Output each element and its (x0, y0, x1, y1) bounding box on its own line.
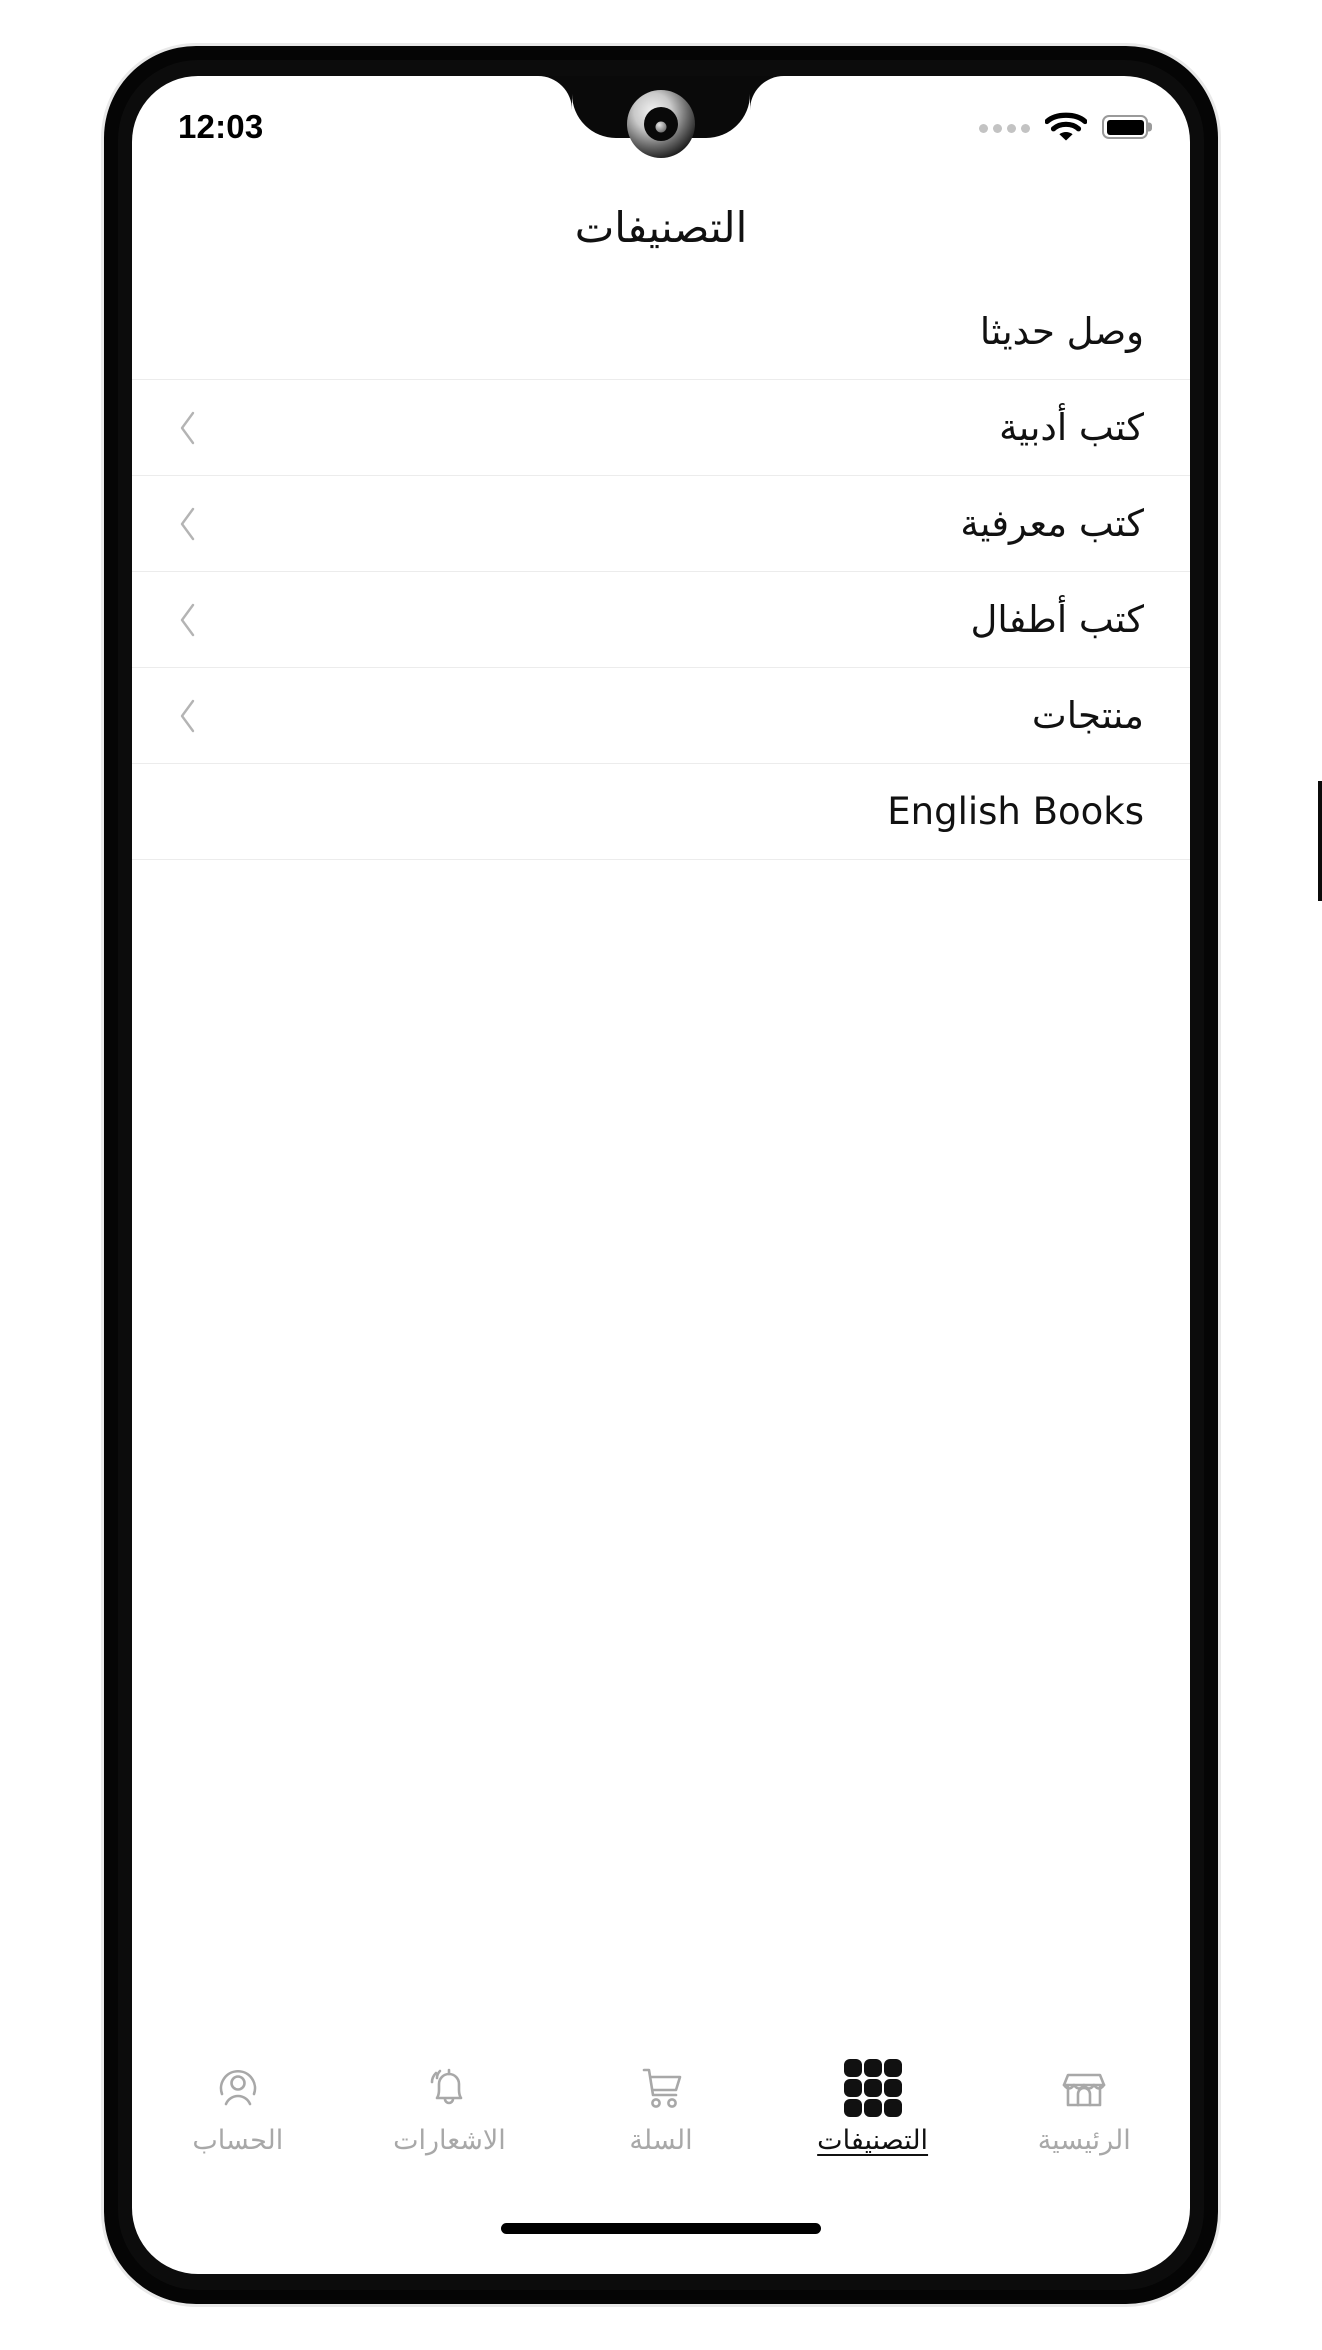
signal-dots-icon (979, 123, 1030, 133)
category-row[interactable]: كتب معرفية (132, 476, 1190, 572)
nav-item-cart[interactable]: السلة (555, 2062, 767, 2154)
wifi-icon (1045, 111, 1087, 143)
category-label: English Books (887, 790, 1144, 833)
category-row[interactable]: وصل حديثا (132, 284, 1190, 380)
status-time: 12:03 (178, 108, 264, 145)
category-label: وصل حديثا (979, 310, 1144, 353)
user-circle-icon (213, 2062, 263, 2114)
nav-item-grid-dots[interactable]: التصنيفات (767, 2062, 979, 2154)
category-label: كتب معرفية (960, 502, 1144, 545)
nav-item-user-circle[interactable]: الحساب (132, 2062, 344, 2154)
category-list: وصل حديثا كتب أدبية كتب معرفية كتب أطفال منت… (132, 284, 1190, 860)
chevron-left-icon[interactable] (178, 603, 198, 637)
category-row[interactable]: منتجات (132, 668, 1190, 764)
category-row[interactable]: كتب أطفال (132, 572, 1190, 668)
grid-dots-icon (846, 2062, 899, 2114)
home-indicator[interactable] (501, 2223, 821, 2234)
nav-item-label: الرئيسية (1037, 2125, 1131, 2156)
category-label: كتب أدبية (999, 406, 1144, 449)
bottom-navigation-bar: الرئيسية التصنيفات السلة الاشعارات الحساب (132, 2050, 1190, 2178)
chevron-left-icon[interactable] (178, 411, 198, 445)
phone-screen: 12:03 التصنيفات وصل حديثا كتب أدبية كتب … (132, 76, 1190, 2274)
cart-icon (636, 2062, 686, 2114)
power-button[interactable] (1318, 781, 1322, 901)
category-label: منتجات (1031, 694, 1144, 737)
category-row[interactable]: English Books (132, 764, 1190, 860)
battery-icon (1102, 115, 1148, 139)
nav-item-label: السلة (629, 2125, 693, 2156)
category-row[interactable]: كتب أدبية (132, 380, 1190, 476)
battery-fill (1106, 119, 1144, 135)
phone-frame: 12:03 التصنيفات وصل حديثا كتب أدبية كتب … (104, 46, 1322, 2304)
nav-item-label: الحساب (192, 2125, 284, 2156)
nav-item-store[interactable]: الرئيسية (978, 2062, 1190, 2154)
nav-item-label: الاشعارات (393, 2125, 506, 2156)
store-icon (1059, 2062, 1109, 2114)
page-title: التصنيفات (574, 203, 748, 252)
category-label: كتب أطفال (970, 598, 1144, 641)
status-icons (979, 111, 1148, 143)
grid-dots-icon (846, 2062, 899, 2114)
nav-item-label: التصنيفات (817, 2125, 929, 2156)
bell-icon (424, 2062, 474, 2114)
chevron-left-icon[interactable] (178, 699, 198, 733)
app-header: التصنيفات (132, 172, 1190, 284)
status-bar: 12:03 (132, 76, 1190, 172)
chevron-left-icon[interactable] (178, 507, 198, 541)
nav-item-bell[interactable]: الاشعارات (344, 2062, 556, 2154)
